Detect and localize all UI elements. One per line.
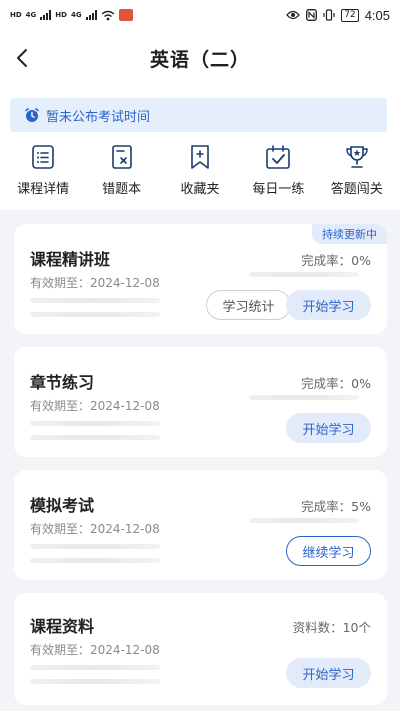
start-study-button[interactable]: 开始学习 (286, 290, 371, 320)
nav-course-details[interactable]: 课程详情 (7, 144, 79, 204)
signal-icon (40, 10, 52, 20)
nav-label: 每日一练 (252, 182, 305, 197)
wifi-icon (101, 10, 115, 20)
nfc-icon (306, 9, 318, 21)
continue-study-button[interactable]: 继续学习 (286, 536, 371, 566)
nav-label: 收藏夹 (180, 182, 220, 197)
stat-label: 完成率： (301, 499, 352, 514)
blurred-content (30, 298, 160, 303)
status-bar-right: 72 4:05 (286, 8, 390, 23)
wrong-book-icon (111, 145, 132, 169)
stat-value: 0% (351, 253, 371, 268)
notice-text: 暂未公布考试时间 (46, 109, 151, 125)
exam-time-notice: 暂未公布考试时间 (10, 98, 387, 132)
nav-challenge[interactable]: 答题闯关 (321, 144, 393, 204)
blurred-content (249, 272, 359, 277)
blurred-content (30, 558, 160, 563)
blurred-content (30, 435, 160, 440)
top-area: 暂未公布考试时间 课程详情 错题本 收藏夹 每日一练 答题闯关 (0, 86, 400, 210)
blurred-content (30, 421, 160, 426)
status-bar: HD 4G HD 4G 72 4:05 (0, 0, 400, 30)
bookmark-icon (191, 145, 209, 169)
card-expiry: 有效期至：2024-12-08 (30, 276, 160, 290)
course-card-materials[interactable]: 课程资料 资料数：10个 有效期至：2024-12-08 开始学习 (14, 593, 387, 705)
card-completion: 完成率：0% (301, 250, 371, 269)
start-study-button[interactable]: 开始学习 (286, 658, 371, 688)
card-title: 课程资料 (30, 617, 95, 636)
update-badge: 持续更新中 (312, 224, 387, 244)
card-title: 模拟考试 (30, 496, 95, 515)
blurred-content (30, 544, 160, 549)
course-card-lecture[interactable]: 持续更新中 课程精讲班 完成率：0% 有效期至：2024-12-08 学习统计 … (14, 224, 387, 334)
blurred-content (30, 679, 160, 684)
study-stats-button[interactable]: 学习统计 (206, 290, 291, 320)
status-bar-left: HD 4G HD 4G (10, 9, 133, 21)
page-title: 英语（二） (149, 48, 250, 71)
quick-nav: 课程详情 错题本 收藏夹 每日一练 答题闯关 (0, 144, 400, 204)
course-card-mock-exam[interactable]: 模拟考试 完成率：5% 有效期至：2024-12-08 继续学习 (14, 470, 387, 580)
nav-label: 答题闯关 (330, 182, 383, 197)
trophy-icon (346, 146, 368, 168)
network-tag: HD (55, 10, 67, 19)
list-icon (32, 145, 54, 169)
network-tag: 4G (25, 10, 37, 19)
card-completion: 完成率：5% (301, 496, 371, 515)
card-title: 章节练习 (30, 373, 95, 392)
eye-icon (286, 10, 301, 20)
card-material-count: 资料数：10个 (293, 617, 371, 636)
stat-label: 完成率： (301, 253, 352, 268)
stat-value: 10个 (342, 620, 371, 635)
card-expiry: 有效期至：2024-12-08 (30, 643, 160, 657)
network-tag: HD (10, 10, 22, 19)
card-title: 课程精讲班 (30, 250, 111, 269)
clock: 4:05 (364, 7, 390, 23)
stat-value: 5% (351, 499, 371, 514)
card-completion: 完成率：0% (301, 373, 371, 392)
blurred-content (30, 665, 160, 670)
card-expiry: 有效期至：2024-12-08 (30, 399, 160, 413)
nav-wrong-questions[interactable]: 错题本 (86, 144, 158, 204)
battery-icon: 72 (341, 8, 359, 22)
blurred-content (249, 518, 359, 523)
start-study-button[interactable]: 开始学习 (286, 413, 371, 443)
blurred-content (30, 312, 160, 317)
nav-label: 课程详情 (17, 182, 70, 197)
vibrate-icon (323, 9, 335, 21)
back-button[interactable] (10, 44, 38, 72)
network-tag: 4G (70, 10, 82, 19)
nav-favorites[interactable]: 收藏夹 (164, 144, 236, 204)
course-card-chapter-practice[interactable]: 章节练习 完成率：0% 有效期至：2024-12-08 开始学习 (14, 347, 387, 457)
card-expiry: 有效期至：2024-12-08 (30, 522, 160, 536)
alarm-clock-icon (25, 108, 39, 122)
app-notification-icon (118, 9, 133, 21)
chevron-left-icon (17, 49, 27, 67)
header: 英语（二） (0, 30, 400, 86)
stat-label: 完成率： (301, 376, 352, 391)
nav-daily-practice[interactable]: 每日一练 (242, 144, 314, 204)
stat-label: 资料数： (292, 620, 343, 635)
signal-icon (85, 10, 97, 20)
nav-label: 错题本 (102, 182, 142, 197)
calendar-check-icon (266, 145, 291, 169)
stat-value: 0% (351, 376, 371, 391)
blurred-content (249, 395, 359, 400)
